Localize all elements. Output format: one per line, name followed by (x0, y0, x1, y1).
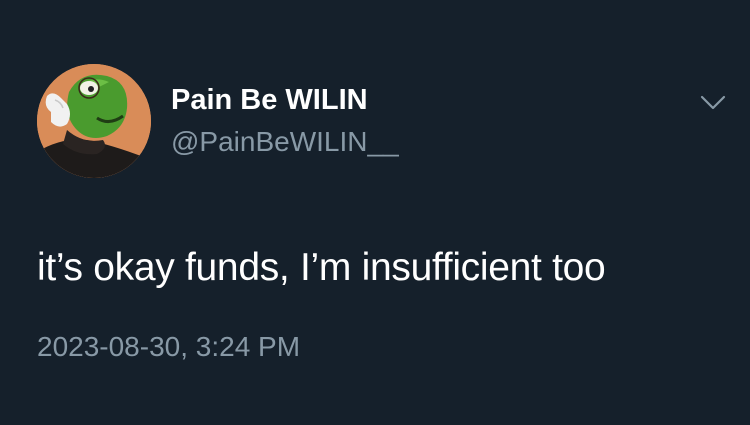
user-handle[interactable]: @PainBeWILIN__ (171, 125, 399, 159)
kermit-avatar-icon (37, 64, 151, 178)
tweet-card: Pain Be WILIN @PainBeWILIN__ it’s okay f… (0, 0, 750, 425)
tweet-timestamp[interactable]: 2023-08-30, 3:24 PM (37, 330, 300, 364)
chevron-down-icon[interactable] (697, 90, 729, 114)
avatar[interactable] (37, 64, 151, 178)
tweet-text: it’s okay funds, I’m insufficient too (37, 246, 606, 289)
display-name[interactable]: Pain Be WILIN (171, 83, 368, 117)
